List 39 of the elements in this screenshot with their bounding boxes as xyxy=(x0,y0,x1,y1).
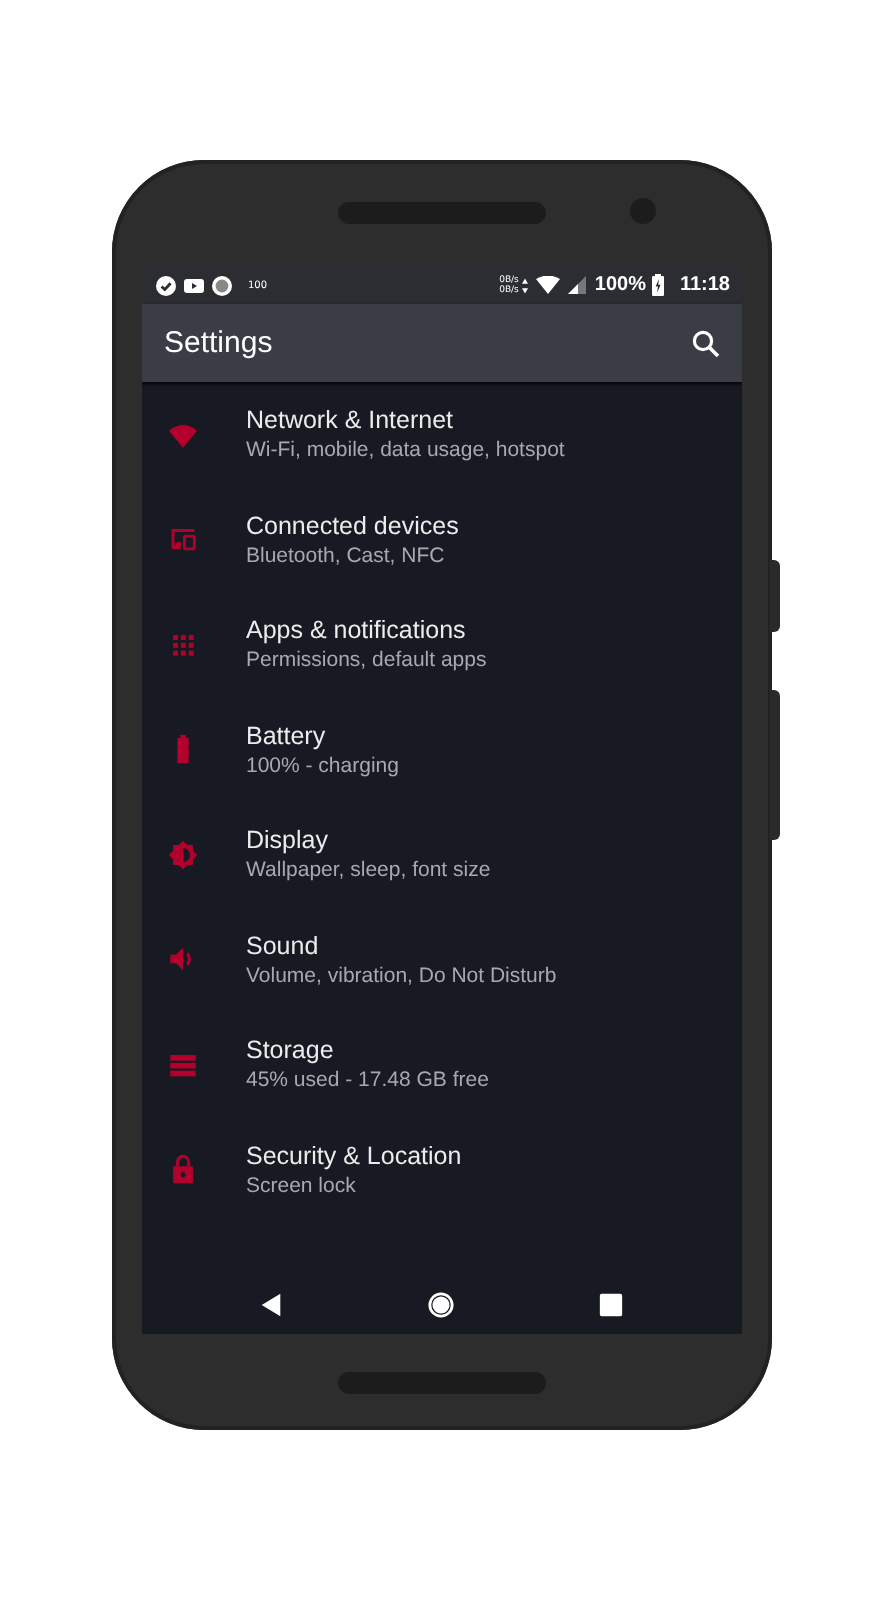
settings-item[interactable]: Sound Volume, vibration, Do Not Disturb xyxy=(142,907,742,1012)
clock: 11:18 xyxy=(679,274,730,296)
updown-arrows-icon xyxy=(522,277,529,293)
settings-item[interactable]: Apps & notifications Permissions, default apps xyxy=(142,592,742,697)
item-subtitle: Wi-Fi, mobile, data usage, hotspot xyxy=(246,438,565,463)
settings-item[interactable]: Storage 45% used - 17.48 GB free xyxy=(142,1012,742,1117)
signal-icon xyxy=(568,276,587,294)
wifi-icon xyxy=(536,276,561,294)
settings-item[interactable]: Network & Internet Wi-Fi, mobile, data usage, hotspot xyxy=(142,382,742,487)
settings-item[interactable]: Battery 100% - charging xyxy=(142,697,742,802)
settings-item[interactable]: Display Wallpaper, sleep, font size xyxy=(142,802,742,907)
item-title: Connected devices xyxy=(246,511,459,540)
item-title: Storage xyxy=(246,1036,336,1065)
item-subtitle: 45% used - 17.48 GB free xyxy=(246,1068,489,1093)
item-subtitle: 100% - charging xyxy=(246,753,399,778)
item-title: Network & Internet xyxy=(246,406,456,435)
item-subtitle: Screen lock xyxy=(246,1173,358,1198)
settings-item[interactable]: Security & Location Screen lock xyxy=(142,1117,742,1222)
recents-icon[interactable] xyxy=(598,1291,624,1317)
brightness-icon xyxy=(165,837,199,872)
check-icon xyxy=(156,275,176,295)
back-icon[interactable] xyxy=(258,1291,284,1317)
item-subtitle: Bluetooth, Cast, NFC xyxy=(246,543,447,568)
play-icon xyxy=(184,275,204,295)
settings-item[interactable]: Connected devices Bluetooth, Cast, NFC xyxy=(142,487,742,592)
item-subtitle: Wallpaper, sleep, font size xyxy=(246,858,491,883)
item-title: Apps & notifications xyxy=(246,616,468,645)
item-title: Security & Location xyxy=(246,1141,462,1170)
item-title: Sound xyxy=(246,931,321,960)
battery-percent: 100% xyxy=(594,274,646,296)
item-title: Battery xyxy=(246,721,328,750)
home-icon[interactable] xyxy=(428,1291,454,1317)
record-icon xyxy=(212,275,232,295)
battery-icon xyxy=(651,274,664,296)
search-icon[interactable] xyxy=(692,329,720,357)
item-title: Display xyxy=(246,826,330,855)
app-title: Settings xyxy=(164,326,273,360)
item-subtitle: Permissions, default apps xyxy=(246,648,487,673)
item-subtitle: Volume, vibration, Do Not Disturb xyxy=(246,963,557,988)
